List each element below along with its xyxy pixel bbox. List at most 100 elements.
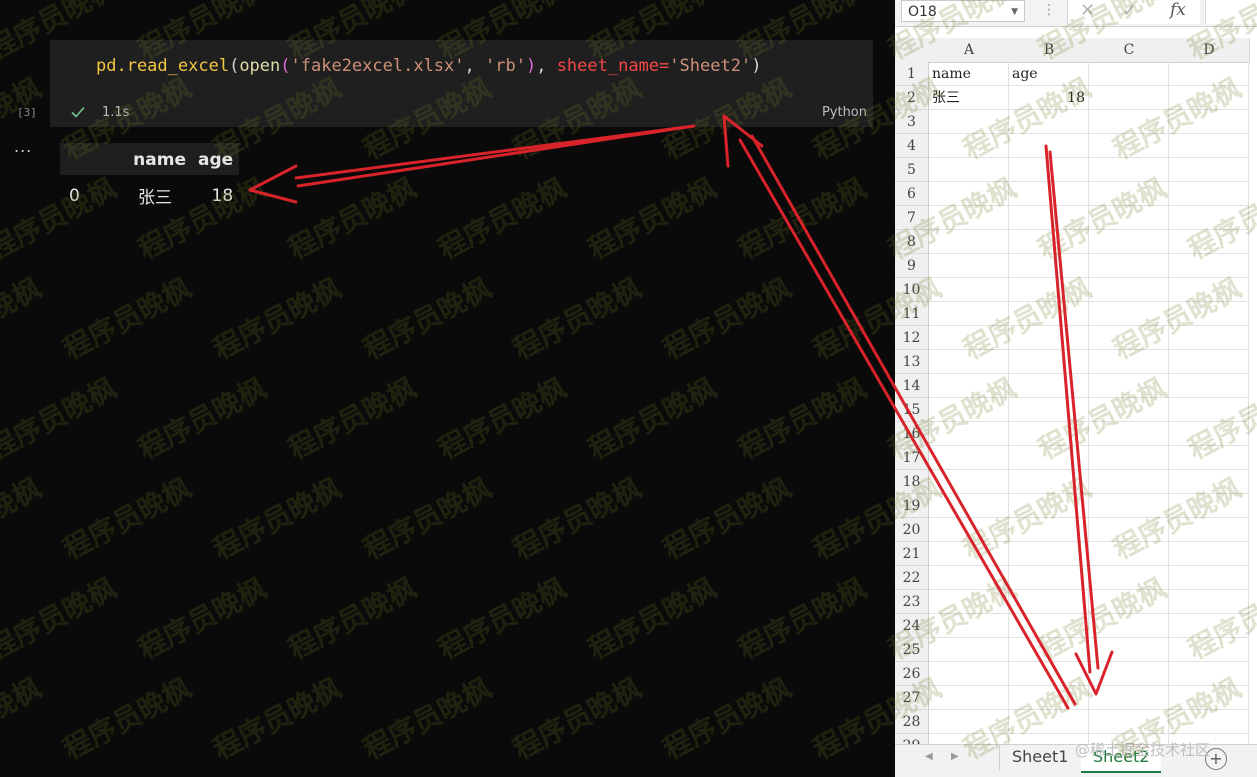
cell-c17[interactable]	[1089, 446, 1169, 470]
cell-a25[interactable]	[929, 638, 1009, 662]
cell-c10[interactable]	[1089, 278, 1169, 302]
cell-a24[interactable]	[929, 614, 1009, 638]
cell-b22[interactable]	[1009, 566, 1089, 590]
cell-c28[interactable]	[1089, 710, 1169, 734]
row-header[interactable]: 16	[895, 422, 929, 446]
row-header[interactable]: 2	[895, 86, 929, 110]
row-header[interactable]: 10	[895, 278, 929, 302]
row-header[interactable]: 25	[895, 638, 929, 662]
output-ellipsis-icon[interactable]: ...	[14, 137, 32, 156]
cell-c25[interactable]	[1089, 638, 1169, 662]
row-header[interactable]: 7	[895, 206, 929, 230]
cell-b25[interactable]	[1009, 638, 1089, 662]
name-box[interactable]: O18 ▼	[901, 0, 1025, 22]
tab-prev-icon[interactable]: ◀	[925, 751, 933, 762]
cell-a6[interactable]	[929, 182, 1009, 206]
code-cell[interactable]: pd.read_excel(open('fake2excel.xlsx', 'r…	[50, 40, 873, 127]
row-header[interactable]: 19	[895, 494, 929, 518]
cell-c22[interactable]	[1089, 566, 1169, 590]
cell-c24[interactable]	[1089, 614, 1169, 638]
cell-c19[interactable]	[1089, 494, 1169, 518]
cell-c13[interactable]	[1089, 350, 1169, 374]
row-header[interactable]: 28	[895, 710, 929, 734]
cell-a17[interactable]	[929, 446, 1009, 470]
cell-c4[interactable]	[1089, 134, 1169, 158]
cell-b5[interactable]	[1009, 158, 1089, 182]
row-header[interactable]: 5	[895, 158, 929, 182]
row-header[interactable]: 27	[895, 686, 929, 710]
cell-d28[interactable]	[1169, 710, 1249, 734]
row-header[interactable]: 22	[895, 566, 929, 590]
cell-d10[interactable]	[1169, 278, 1249, 302]
cell-c6[interactable]	[1089, 182, 1169, 206]
cell-d1[interactable]	[1169, 62, 1249, 86]
cell-c7[interactable]	[1089, 206, 1169, 230]
cell-c18[interactable]	[1089, 470, 1169, 494]
cell-a5[interactable]	[929, 158, 1009, 182]
cell-d6[interactable]	[1169, 182, 1249, 206]
cell-b6[interactable]	[1009, 182, 1089, 206]
cell-d7[interactable]	[1169, 206, 1249, 230]
tab-next-icon[interactable]: ▶	[951, 751, 959, 762]
cell-d17[interactable]	[1169, 446, 1249, 470]
cell-d14[interactable]	[1169, 374, 1249, 398]
cell-d4[interactable]	[1169, 134, 1249, 158]
column-header-c[interactable]: C	[1089, 38, 1170, 63]
cell-a18[interactable]	[929, 470, 1009, 494]
cell-c21[interactable]	[1089, 542, 1169, 566]
cell-b18[interactable]	[1009, 470, 1089, 494]
cell-a27[interactable]	[929, 686, 1009, 710]
cell-d5[interactable]	[1169, 158, 1249, 182]
sheet-tab-sheet1[interactable]: Sheet1	[999, 745, 1080, 771]
row-header[interactable]: 9	[895, 254, 929, 278]
cell-c8[interactable]	[1089, 230, 1169, 254]
cell-c20[interactable]	[1089, 518, 1169, 542]
cell-b15[interactable]	[1009, 398, 1089, 422]
cell-a3[interactable]	[929, 110, 1009, 134]
cell-a22[interactable]	[929, 566, 1009, 590]
cell-a28[interactable]	[929, 710, 1009, 734]
cell-b21[interactable]	[1009, 542, 1089, 566]
cell-c16[interactable]	[1089, 422, 1169, 446]
cell-a9[interactable]	[929, 254, 1009, 278]
row-header[interactable]: 26	[895, 662, 929, 686]
cell-d11[interactable]	[1169, 302, 1249, 326]
row-header[interactable]: 4	[895, 134, 929, 158]
cell-c1[interactable]	[1089, 62, 1169, 86]
cell-a26[interactable]	[929, 662, 1009, 686]
cell-c23[interactable]	[1089, 590, 1169, 614]
cell-d18[interactable]	[1169, 470, 1249, 494]
cell-d23[interactable]	[1169, 590, 1249, 614]
drag-handle-icon[interactable]: ⋮	[1042, 2, 1056, 18]
cell-a8[interactable]	[929, 230, 1009, 254]
cell-b13[interactable]	[1009, 350, 1089, 374]
cell-d12[interactable]	[1169, 326, 1249, 350]
cell-a13[interactable]	[929, 350, 1009, 374]
row-header[interactable]: 20	[895, 518, 929, 542]
row-header[interactable]: 18	[895, 470, 929, 494]
row-header[interactable]: 13	[895, 350, 929, 374]
cell-c9[interactable]	[1089, 254, 1169, 278]
cell-a2[interactable]: 张三	[929, 86, 1009, 110]
cell-b16[interactable]	[1009, 422, 1089, 446]
cell-b1[interactable]: age	[1009, 62, 1089, 86]
cell-a23[interactable]	[929, 590, 1009, 614]
cell-a4[interactable]	[929, 134, 1009, 158]
cell-a19[interactable]	[929, 494, 1009, 518]
confirm-icon[interactable]: ✓	[1122, 0, 1137, 21]
cell-c15[interactable]	[1089, 398, 1169, 422]
cell-b9[interactable]	[1009, 254, 1089, 278]
cell-d15[interactable]	[1169, 398, 1249, 422]
cell-a1[interactable]: name	[929, 62, 1009, 86]
cell-d21[interactable]	[1169, 542, 1249, 566]
cell-d16[interactable]	[1169, 422, 1249, 446]
row-header[interactable]: 23	[895, 590, 929, 614]
cell-c11[interactable]	[1089, 302, 1169, 326]
cell-b28[interactable]	[1009, 710, 1089, 734]
row-header[interactable]: 11	[895, 302, 929, 326]
cell-a11[interactable]	[929, 302, 1009, 326]
cell-b26[interactable]	[1009, 662, 1089, 686]
cell-d8[interactable]	[1169, 230, 1249, 254]
column-header-d[interactable]: D	[1169, 38, 1250, 63]
cell-b17[interactable]	[1009, 446, 1089, 470]
